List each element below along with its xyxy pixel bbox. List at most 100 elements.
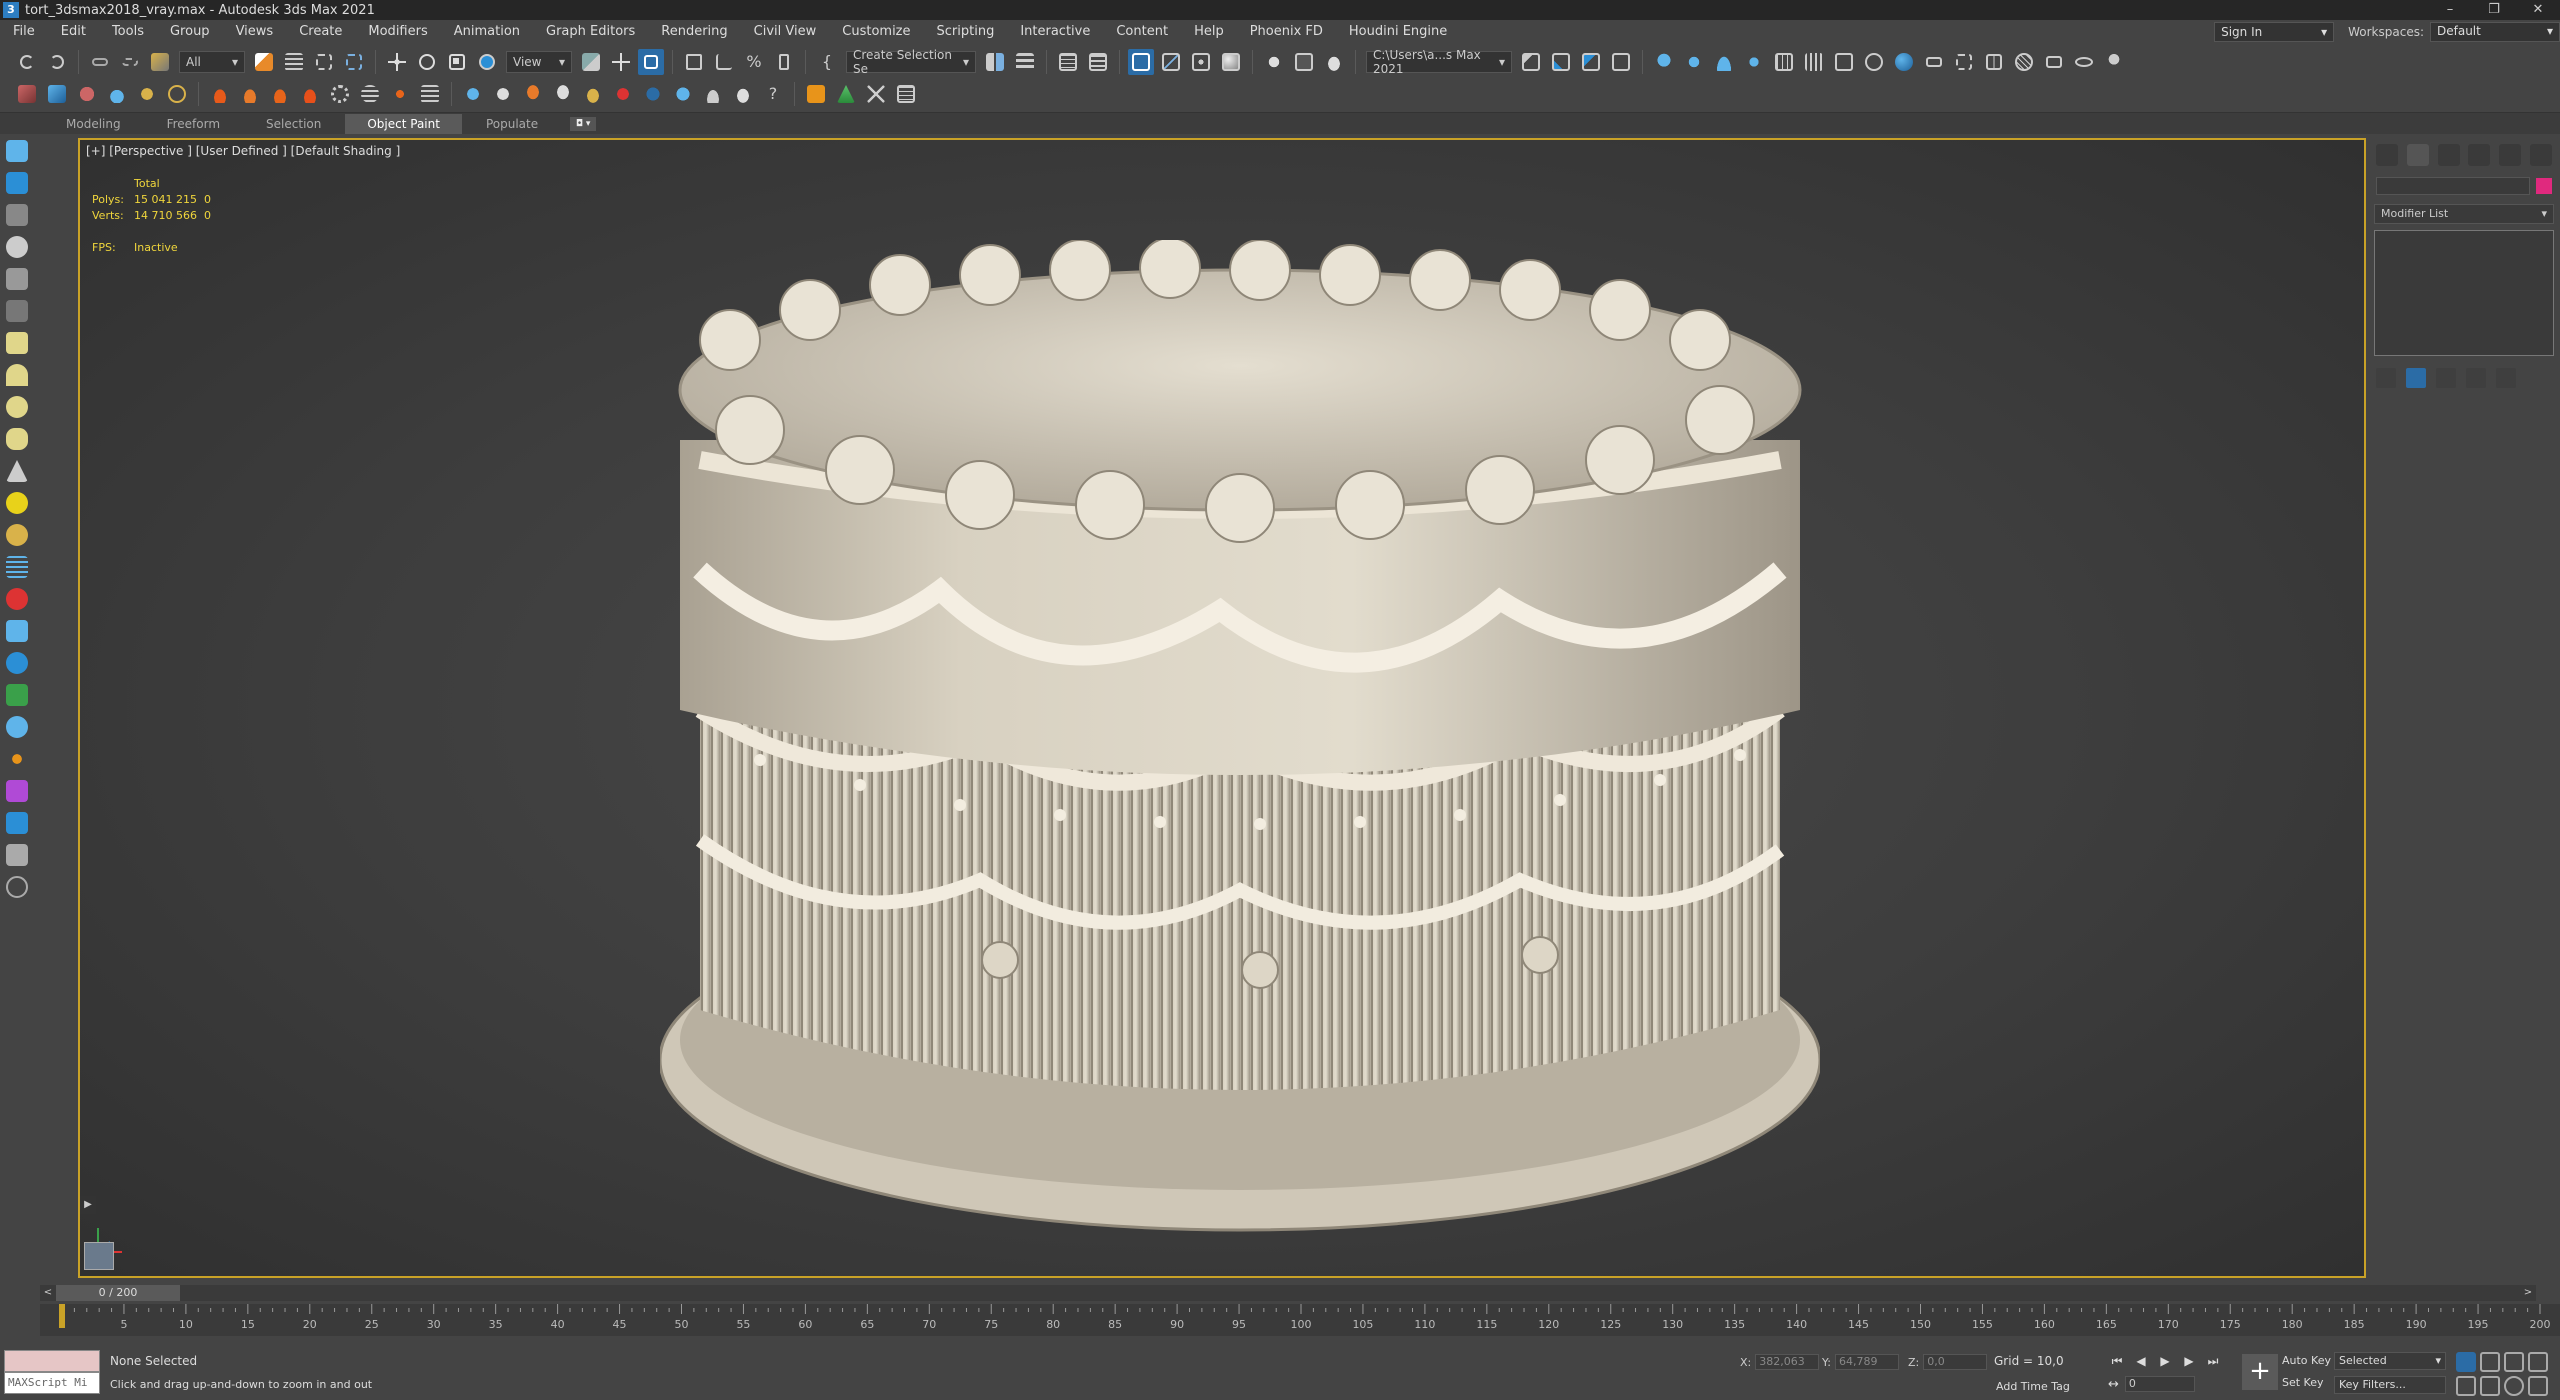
phoenix-preset-button[interactable] — [640, 81, 666, 107]
vray-sun-button[interactable] — [1741, 49, 1767, 75]
time-slider-prev-button[interactable]: < — [40, 1285, 56, 1301]
pan-icon[interactable] — [2480, 1376, 2500, 1396]
redo-button[interactable] — [44, 49, 70, 75]
sun-primitive-icon[interactable] — [6, 492, 28, 514]
x-field[interactable]: 382,063 — [1755, 1354, 1820, 1370]
menu-customize[interactable]: Customize — [829, 20, 923, 44]
phoenix-liquid-button[interactable] — [237, 81, 263, 107]
align-button[interactable] — [1012, 49, 1038, 75]
align-tool-icon[interactable] — [6, 620, 28, 642]
vray-info-button[interactable] — [2101, 49, 2127, 75]
ladder-icon[interactable] — [6, 556, 28, 578]
water-tool-icon[interactable] — [6, 812, 28, 834]
vray-grid-button[interactable] — [1771, 49, 1797, 75]
maximize-button[interactable]: ❐ — [2472, 0, 2516, 20]
phoenix-emitter-button[interactable] — [297, 81, 323, 107]
menu-houdini-engine[interactable]: Houdini Engine — [1336, 20, 1460, 44]
angle-snap-button[interactable] — [711, 49, 737, 75]
orbit-icon[interactable] — [2504, 1376, 2524, 1396]
add-time-tag[interactable]: Add Time Tag — [1996, 1380, 2070, 1393]
object-color-swatch[interactable] — [2536, 178, 2552, 194]
vray-wire-button[interactable] — [2071, 49, 2097, 75]
remove-modifier-icon[interactable] — [2466, 368, 2486, 388]
layer-explorer-button[interactable] — [1085, 49, 1111, 75]
unlink-button[interactable] — [117, 49, 143, 75]
menu-help[interactable]: Help — [1181, 20, 1237, 44]
tools-button[interactable] — [863, 81, 889, 107]
configure-modifier-sets-icon[interactable] — [2496, 368, 2516, 388]
menu-civil-view[interactable]: Civil View — [741, 20, 830, 44]
vray-decal-button[interactable] — [1951, 49, 1977, 75]
project-folder-dropdown[interactable]: C:\Users\a...s Max 2021 ▾ — [1366, 48, 1512, 76]
menu-create[interactable]: Create — [286, 20, 355, 44]
time-config-icon[interactable]: ↔ — [2108, 1377, 2119, 1392]
tab-object-paint[interactable]: Object Paint — [345, 113, 462, 134]
window-crossing-button[interactable] — [341, 49, 367, 75]
create-sphere-button[interactable] — [74, 81, 100, 107]
time-slider-next-button[interactable]: > — [2520, 1285, 2536, 1301]
rotate-button[interactable] — [414, 49, 440, 75]
next-frame-button[interactable]: ▶ — [2180, 1352, 2198, 1370]
phoenix-wind-button[interactable] — [357, 81, 383, 107]
hierarchy-tab-icon[interactable] — [2437, 144, 2460, 166]
helpers-icon[interactable] — [6, 300, 28, 322]
phoenix-help-button[interactable]: ? — [760, 81, 786, 107]
modifier-stack[interactable] — [2374, 230, 2554, 356]
go-to-start-button[interactable]: ⏮ — [2108, 1352, 2126, 1370]
maxscript-listener[interactable]: MAXScript Mi — [4, 1350, 100, 1396]
link-button[interactable] — [87, 49, 113, 75]
place-button[interactable] — [474, 49, 500, 75]
menu-views[interactable]: Views — [223, 20, 287, 44]
spinner-snap-button[interactable] — [771, 49, 797, 75]
ribbon-options-button[interactable]: ◘ ▾ — [570, 116, 597, 131]
object-name-field[interactable] — [2376, 177, 2530, 195]
minimize-button[interactable]: – — [2428, 0, 2472, 20]
maximize-viewport-icon[interactable] — [2528, 1376, 2548, 1396]
vray-button-2[interactable] — [1548, 49, 1574, 75]
create-cube-button[interactable] — [44, 81, 70, 107]
menu-rendering[interactable]: Rendering — [648, 20, 740, 44]
utilities-tab-icon[interactable] — [2529, 144, 2552, 166]
vray-mesh-button[interactable] — [2011, 49, 2037, 75]
vray-proxy-button[interactable] — [1831, 49, 1857, 75]
menu-group[interactable]: Group — [157, 20, 223, 44]
vray-sphere-light-button[interactable] — [1681, 49, 1707, 75]
viewport-layout-thumbnail[interactable] — [84, 1242, 114, 1270]
current-frame-field[interactable]: 0 — [2124, 1376, 2195, 1392]
tab-selection[interactable]: Selection — [244, 114, 343, 134]
y-field[interactable]: 64,789 — [1834, 1354, 1899, 1370]
create-panel-icon[interactable] — [6, 140, 28, 162]
menu-modifiers[interactable]: Modifiers — [355, 20, 440, 44]
track-bar[interactable]: 5 10 15 20 25 30 35 40 45 50 55 60 65 70 75 80 85 90 95 100… — [40, 1304, 2560, 1336]
menu-interactive[interactable]: Interactive — [1007, 20, 1103, 44]
render-production-button[interactable] — [1321, 49, 1347, 75]
keyboard-shortcut-override-button[interactable] — [638, 49, 664, 75]
sphere-primitive-icon[interactable] — [6, 396, 28, 418]
vray-dome-light-button[interactable] — [1711, 49, 1737, 75]
globe-icon[interactable] — [6, 652, 28, 674]
show-end-result-icon[interactable] — [2406, 368, 2426, 388]
maxscript-input[interactable]: MAXScript Mi — [4, 1372, 100, 1394]
vray-cycle-button[interactable] — [1861, 49, 1887, 75]
phoenix-cup-button[interactable] — [520, 81, 546, 107]
set-key-icon[interactable]: + — [2242, 1354, 2278, 1390]
tab-modeling[interactable]: Modeling — [44, 114, 143, 134]
display-tab-icon[interactable] — [2498, 144, 2521, 166]
maxscript-output[interactable] — [4, 1350, 100, 1372]
menu-file[interactable]: File — [0, 20, 48, 44]
phoenix-cloud-button[interactable] — [730, 81, 756, 107]
phoenix-bowl-button[interactable] — [550, 81, 576, 107]
menu-phoenix-fd[interactable]: Phoenix FD — [1237, 20, 1336, 44]
scene-explorer-button[interactable] — [1055, 49, 1081, 75]
phoenix-fire-smoke-button[interactable] — [207, 81, 233, 107]
reference-coordinate-dropdown[interactable]: View ▾ — [506, 51, 572, 73]
vray-plane-button[interactable] — [1921, 49, 1947, 75]
geometry-icon[interactable] — [6, 172, 28, 194]
modify-tab-icon[interactable] — [2406, 144, 2429, 166]
time-slider-track[interactable] — [180, 1285, 2520, 1301]
vray-sphere-button[interactable] — [1891, 49, 1917, 75]
spreadsheet-button[interactable] — [893, 81, 919, 107]
bind-space-warp-button[interactable] — [147, 49, 173, 75]
vray-button-3[interactable] — [1578, 49, 1604, 75]
create-drop-button[interactable] — [104, 81, 130, 107]
